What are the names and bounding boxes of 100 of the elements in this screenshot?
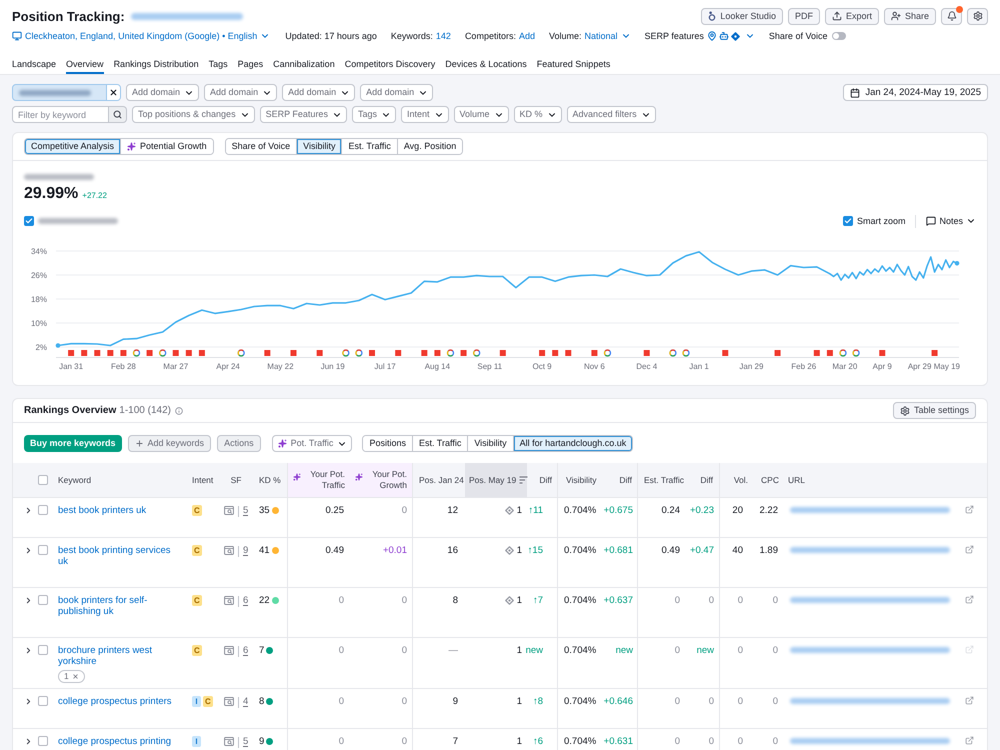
serp-feature-count[interactable]: 5 (243, 736, 248, 747)
external-link-icon[interactable] (965, 545, 974, 554)
remove-domain-button[interactable] (106, 85, 120, 100)
table-cell: 0 (402, 696, 407, 707)
notifications-button[interactable] (941, 8, 962, 24)
row-checkbox[interactable] (38, 696, 48, 706)
table-settings-button[interactable]: Table settings (892, 402, 976, 419)
date-range-button[interactable]: Jan 24, 2024-May 19, 2025 (843, 84, 988, 101)
view-tab[interactable]: All for hartandclough.co.uk (512, 436, 632, 451)
filter-dropdown[interactable]: KD % (514, 106, 562, 123)
keyword-link[interactable]: college prospectus printing (58, 736, 172, 747)
share-of-voice-toggle[interactable] (832, 32, 846, 40)
nav-tab[interactable]: Rankings Distribution (114, 55, 199, 74)
keyword-filter-field[interactable]: Filter by keyword (12, 106, 109, 123)
table-cell: 0 (338, 645, 344, 656)
serp-feature-count[interactable]: 5 (243, 505, 248, 516)
external-link-icon[interactable] (965, 736, 974, 745)
external-link-icon[interactable] (965, 595, 974, 604)
mode-tab[interactable]: Potential Growth (120, 139, 213, 154)
pot-traffic-dropdown[interactable]: Pot. Traffic (272, 435, 352, 452)
chevron-right-icon[interactable] (24, 697, 33, 706)
column-header[interactable]: CPC (756, 463, 784, 497)
add-keywords-button[interactable]: Add keywords (128, 435, 212, 452)
serp-feature-count[interactable]: 6 (243, 595, 248, 606)
filter-dropdown[interactable]: SERP Features (260, 106, 347, 123)
nav-tab[interactable]: Featured Snippets (536, 55, 610, 74)
column-header[interactable]: Est. Traffic (637, 463, 685, 497)
filter-dropdown[interactable]: Advanced filters (566, 106, 656, 123)
tag-chip[interactable]: 1 (58, 670, 85, 683)
metric-tab[interactable]: Visibility (296, 139, 342, 154)
chevron-right-icon[interactable] (24, 546, 33, 555)
add-domain-dropdown[interactable]: Add domain (360, 84, 434, 101)
column-header[interactable]: SF (218, 463, 254, 497)
x-axis-label: May 22 (267, 362, 294, 371)
add-domain-dropdown[interactable]: Add domain (204, 84, 278, 101)
location-selector[interactable]: Cleckheaton, England, United Kingdom (Google) • English (12, 31, 270, 41)
actions-button[interactable]: Actions (217, 435, 261, 452)
nav-tab[interactable]: Landscape (12, 55, 56, 74)
settings-button[interactable] (967, 8, 988, 24)
external-link-icon[interactable] (965, 505, 974, 514)
nav-tab[interactable]: Pages (238, 55, 264, 74)
column-header[interactable]: URL (784, 463, 959, 497)
chevron-right-icon[interactable] (24, 596, 33, 605)
column-header[interactable]: Pos. May 19 (465, 463, 527, 497)
row-checkbox[interactable] (38, 595, 48, 605)
add-domain-dropdown[interactable]: Add domain (126, 84, 200, 101)
row-checkbox[interactable] (38, 505, 48, 515)
column-header[interactable]: Intent (188, 463, 218, 497)
column-header[interactable]: Diff (600, 463, 637, 497)
nav-tab[interactable]: Cannibalization (273, 55, 335, 74)
nav-tab[interactable]: Devices & Locations (445, 55, 527, 74)
filter-dropdown[interactable]: Tags (352, 106, 396, 123)
export-button[interactable]: Export (824, 8, 879, 24)
row-checkbox[interactable] (38, 736, 48, 746)
add-competitors-link[interactable]: Add (518, 32, 535, 40)
metric-tab[interactable]: Avg. Position (396, 139, 462, 154)
column-header[interactable]: Your Pot. Traffic (287, 463, 350, 497)
select-all-checkbox[interactable] (38, 475, 48, 485)
nav-tab[interactable]: Overview (66, 55, 104, 74)
pdf-button[interactable]: PDF (788, 8, 820, 24)
table-cell: 1 (516, 545, 522, 556)
filter-dropdown[interactable]: Top positions & changes (132, 106, 255, 123)
chevron-right-icon[interactable] (24, 737, 33, 746)
chevron-right-icon[interactable] (24, 506, 33, 515)
keyword-link[interactable]: book printers for self-publishing uk (58, 595, 176, 617)
looker-studio-button[interactable]: Looker Studio (701, 8, 783, 24)
notes-button[interactable]: Notes (926, 216, 976, 226)
nav-tab[interactable]: Tags (208, 55, 228, 74)
keyword-link[interactable]: brochure printers west yorkshire (58, 645, 176, 667)
serp-features-selector[interactable]: SERP features (644, 31, 755, 41)
column-header[interactable]: Vol. (719, 463, 756, 497)
mode-tab[interactable]: Competitive Analysis (25, 139, 120, 154)
square-marker-icon (94, 350, 100, 356)
volume-selector[interactable]: National (584, 31, 631, 41)
add-domain-dropdown[interactable]: Add domain (282, 84, 356, 101)
search-button[interactable] (109, 106, 127, 123)
filter-dropdown[interactable]: Volume (454, 106, 509, 123)
keyword-link[interactable]: best book printing services uk (58, 545, 176, 567)
share-button[interactable]: Share (884, 8, 936, 24)
column-header[interactable]: KD % (254, 463, 287, 497)
column-header[interactable]: Diff (527, 463, 557, 497)
row-checkbox[interactable] (38, 545, 48, 555)
serp-feature-count[interactable]: 4 (243, 696, 248, 707)
serp-feature-count[interactable]: 6 (243, 645, 248, 656)
nav-tab[interactable]: Competitors Discovery (344, 55, 436, 74)
filter-dropdown[interactable]: Intent (400, 106, 448, 123)
chevron-right-icon[interactable] (24, 646, 33, 655)
external-link-icon[interactable] (965, 696, 974, 705)
column-header[interactable]: Your Pot. Growth (350, 463, 412, 497)
smart-zoom-checkbox[interactable] (842, 216, 853, 226)
column-header[interactable]: Diff (685, 463, 719, 497)
column-header[interactable]: Visibility (557, 463, 600, 497)
column-header[interactable]: Keyword (54, 463, 188, 497)
keyword-link[interactable]: college prospectus printers (58, 696, 172, 707)
keywords-count[interactable]: 142 (436, 32, 451, 40)
keyword-link[interactable]: best book printers uk (58, 505, 146, 516)
legend-checkbox[interactable] (24, 216, 34, 226)
serp-feature-count[interactable]: 9 (243, 545, 248, 556)
row-checkbox[interactable] (38, 645, 48, 655)
sparkle-icon (293, 473, 301, 481)
